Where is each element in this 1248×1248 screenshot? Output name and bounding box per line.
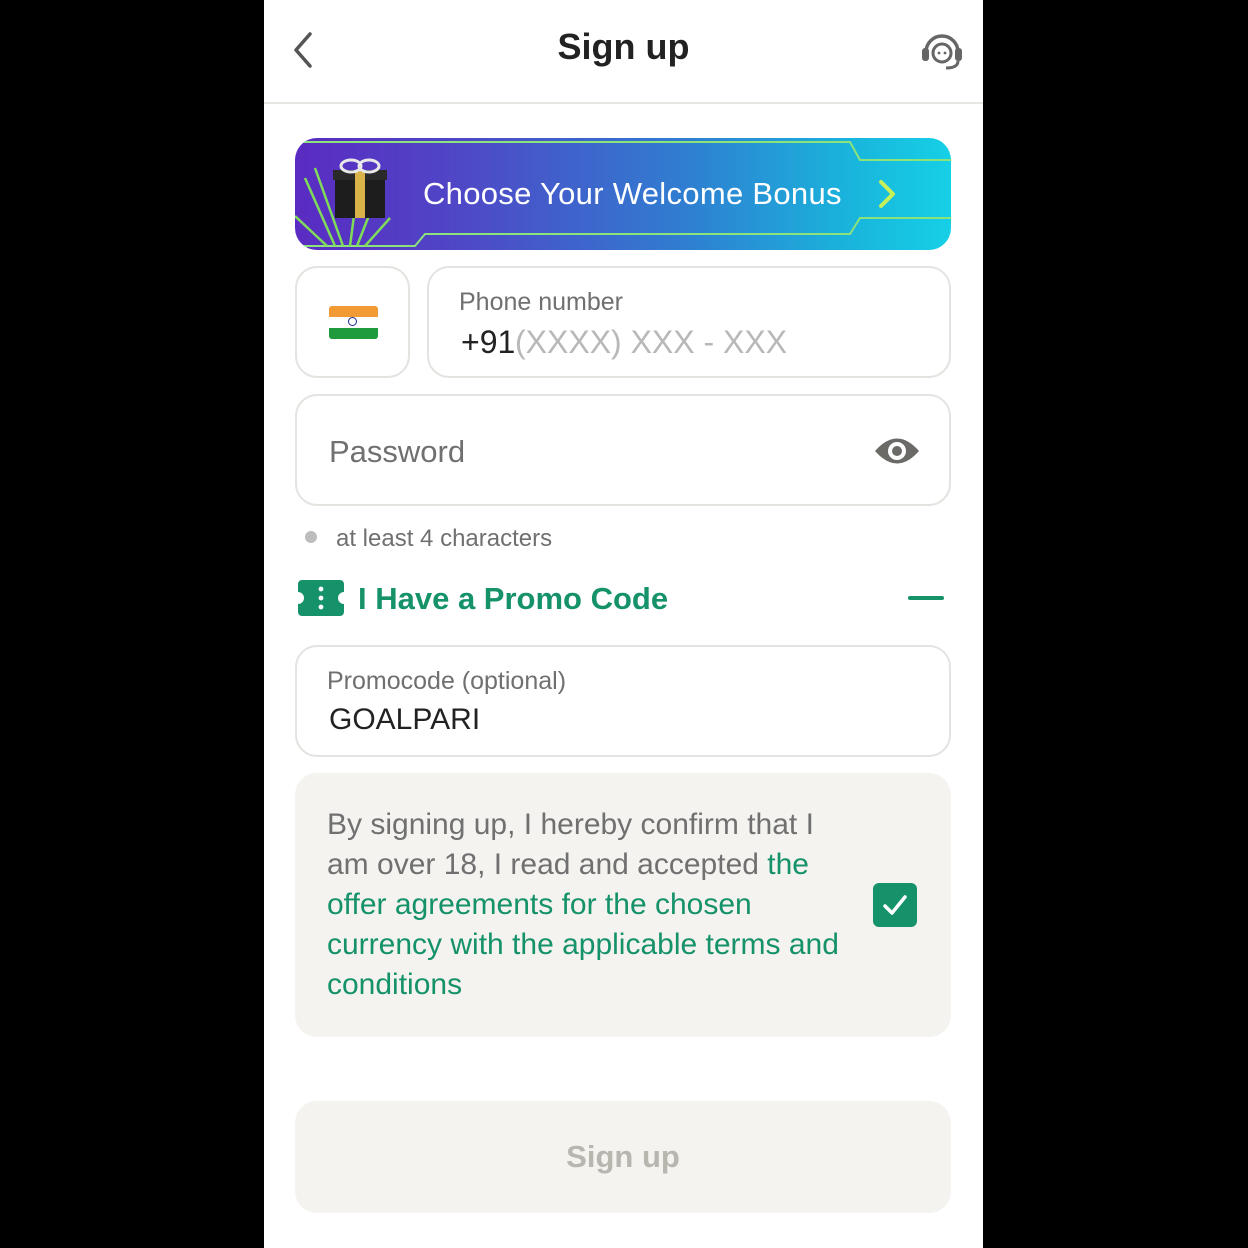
phone-label: Phone number: [459, 288, 624, 316]
signup-button[interactable]: Sign up: [295, 1101, 951, 1213]
signup-button-label: Sign up: [566, 1139, 680, 1174]
ticket-icon: [298, 580, 344, 616]
promocode-value: GOALPARI: [329, 703, 481, 736]
banner-text: Choose Your Welcome Bonus: [423, 176, 842, 211]
password-hint: at least 4 characters: [336, 525, 553, 552]
terms-panel: By signing up, I hereby confirm that I a…: [295, 773, 951, 1037]
gift-box-icon: [333, 158, 387, 218]
welcome-bonus-banner[interactable]: Choose Your Welcome Bonus: [295, 138, 951, 250]
country-selector[interactable]: [295, 266, 410, 378]
promocode-label: Promocode (optional): [327, 667, 567, 695]
terms-text: By signing up, I hereby confirm that I a…: [327, 805, 847, 1005]
terms-checkbox[interactable]: [873, 883, 917, 927]
checkmark-icon: [883, 895, 907, 915]
page-title: Sign up: [557, 26, 690, 67]
promo-code-toggle[interactable]: I Have a Promo Code: [298, 578, 948, 620]
phone-prefix: +91: [461, 324, 516, 360]
minus-icon: [908, 596, 944, 600]
phone-field[interactable]: Phone number +91 (XXXX) XXX - XXX: [427, 266, 951, 378]
india-flag-icon: [329, 306, 378, 339]
headset-support-icon[interactable]: [918, 26, 966, 74]
terms-plain-text: By signing up, I hereby confirm that I a…: [327, 808, 814, 881]
chevron-right-icon: [879, 180, 895, 208]
password-placeholder: Password: [329, 434, 466, 469]
password-field[interactable]: Password: [295, 394, 951, 506]
hint-bullet: [305, 531, 317, 543]
phone-placeholder: (XXXX) XXX - XXX: [515, 324, 788, 360]
eye-icon[interactable]: [873, 434, 921, 468]
promo-code-label: I Have a Promo Code: [358, 581, 669, 616]
signup-screen: Sign up Choose Your Welcome Bonus Phone …: [264, 0, 983, 1248]
header: Sign up: [264, 0, 983, 104]
promocode-field[interactable]: Promocode (optional) GOALPARI: [295, 645, 951, 757]
